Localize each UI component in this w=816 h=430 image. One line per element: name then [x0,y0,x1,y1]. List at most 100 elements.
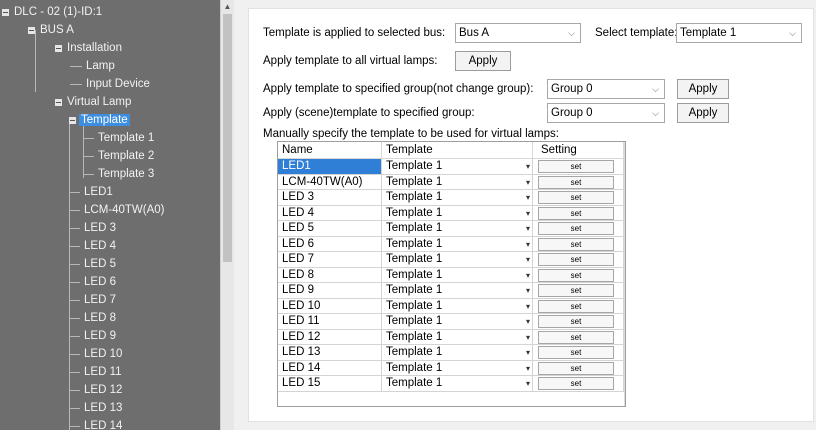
tree-collapse-icon[interactable] [55,45,62,52]
table-row[interactable]: LED 5 Template 1 ▾ set [278,221,624,237]
set-button[interactable]: set [538,315,614,328]
table-row[interactable]: LED 3 Template 1 ▾ set [278,190,624,206]
tree-node-led[interactable]: LED 14 [82,418,124,430]
lamp-name-cell[interactable]: LED 10 [278,298,382,314]
dropdown-arrow-icon[interactable]: ▾ [526,331,530,344]
template-dropdown-cell[interactable]: Template 1 ▾ [382,252,533,268]
template-dropdown-cell[interactable]: Template 1 ▾ [382,267,533,283]
template-dropdown-cell[interactable]: Template 1 ▾ [382,159,533,175]
lamp-name-cell[interactable]: LED 7 [278,252,382,268]
tree-node-led[interactable]: LED 4 [82,238,118,254]
dropdown-arrow-icon[interactable]: ▾ [526,207,530,220]
set-button[interactable]: set [538,237,614,251]
scene-group-select[interactable]: Group 0 ⌵ [547,103,665,123]
group-select[interactable]: Group 0 ⌵ [547,79,665,99]
template-dropdown-cell[interactable]: Template 1 ▾ [382,345,533,361]
tree-node-virtual-lamp[interactable]: Virtual Lamp [55,94,133,110]
tree-node-led[interactable]: LED 3 [82,220,118,236]
dropdown-arrow-icon[interactable]: ▾ [526,176,530,189]
tree-node-led[interactable]: LED 8 [82,310,118,326]
tree-node-lamp[interactable]: Lamp [84,58,117,74]
dropdown-arrow-icon[interactable]: ▾ [526,222,530,235]
apply-group-button[interactable]: Apply [677,79,729,99]
template-select[interactable]: Template 1 ⌵ [676,23,802,43]
tree-node-bus[interactable]: BUS A [28,22,76,38]
set-button[interactable]: set [538,299,614,313]
lamp-name-cell[interactable]: LED 11 [278,314,382,330]
tree-node-led[interactable]: LED 10 [82,346,124,362]
table-row[interactable]: LED 8 Template 1 ▾ set [278,267,624,283]
apply-scene-button[interactable]: Apply [677,103,729,123]
table-row[interactable]: LED 13 Template 1 ▾ set [278,345,624,361]
template-dropdown-cell[interactable]: Template 1 ▾ [382,174,533,190]
tree-node-template-1[interactable]: Template 1 [96,130,156,146]
tree-scrollbar-thumb[interactable] [223,14,232,262]
tree-node-template[interactable]: Template [69,112,130,128]
column-header-name[interactable]: Name [278,142,382,159]
grid-scrollbar[interactable]: ▲ ▼ [624,142,625,406]
table-row[interactable]: LED1 Template 1 ▾ set [278,159,624,175]
lamp-name-cell[interactable]: LED 6 [278,236,382,252]
tree-node-led[interactable]: LED 5 [82,256,118,272]
dropdown-arrow-icon[interactable]: ▾ [526,253,530,266]
dropdown-arrow-icon[interactable]: ▾ [526,346,530,359]
tree-node-led[interactable]: LED 6 [82,274,118,290]
set-button[interactable]: set [538,222,614,235]
table-row[interactable]: LED 7 Template 1 ▾ set [278,252,624,268]
tree-node-template-2[interactable]: Template 2 [96,148,156,164]
tree-node-led[interactable]: LCM-40TW(A0) [82,202,167,218]
set-button[interactable]: set [538,160,614,173]
set-button[interactable]: set [538,175,614,189]
set-button[interactable]: set [538,253,614,266]
tree-scrollbar[interactable]: ▲ [220,0,234,430]
dropdown-arrow-icon[interactable]: ▾ [526,315,530,328]
tree-node-led[interactable]: LED1 [82,184,115,200]
tree-node-led[interactable]: LED 9 [82,328,118,344]
lamp-name-cell[interactable]: LED 3 [278,190,382,206]
apply-all-button[interactable]: Apply [455,51,511,71]
lamp-name-cell[interactable]: LED 8 [278,267,382,283]
dropdown-arrow-icon[interactable]: ▾ [526,362,530,375]
set-button[interactable]: set [538,284,614,297]
table-row[interactable]: LED 14 Template 1 ▾ set [278,360,624,376]
bus-select[interactable]: Bus A ⌵ [455,23,581,43]
template-dropdown-cell[interactable]: Template 1 ▾ [382,298,533,314]
set-button[interactable]: set [538,377,614,390]
lamp-name-cell[interactable]: LED 9 [278,283,382,299]
template-dropdown-cell[interactable]: Template 1 ▾ [382,314,533,330]
lamp-name-cell[interactable]: LED1 [278,159,382,175]
tree-collapse-icon[interactable] [28,27,35,34]
tree-collapse-icon[interactable] [55,99,62,106]
tree-node-led[interactable]: LED 11 [82,364,124,380]
lamp-name-cell[interactable]: LCM-40TW(A0) [278,174,382,190]
table-row[interactable]: LED 6 Template 1 ▾ set [278,236,624,252]
template-dropdown-cell[interactable]: Template 1 ▾ [382,190,533,206]
lamp-name-cell[interactable]: LED 14 [278,360,382,376]
tree-collapse-icon[interactable] [2,9,9,16]
set-button[interactable]: set [538,330,614,344]
set-button[interactable]: set [538,191,614,204]
lamp-name-cell[interactable]: LED 13 [278,345,382,361]
dropdown-arrow-icon[interactable]: ▾ [526,377,530,390]
template-dropdown-cell[interactable]: Template 1 ▾ [382,236,533,252]
tree-node-input-device[interactable]: Input Device [84,76,152,92]
tree-node-led[interactable]: LED 13 [82,400,124,416]
table-row[interactable]: LCM-40TW(A0) Template 1 ▾ set [278,174,624,190]
scroll-up-arrow-icon[interactable]: ▲ [223,2,232,11]
tree-node-template-3[interactable]: Template 3 [96,166,156,182]
table-row[interactable]: LED 4 Template 1 ▾ set [278,205,624,221]
table-row[interactable]: LED 10 Template 1 ▾ set [278,298,624,314]
table-row[interactable]: LED 15 Template 1 ▾ set [278,376,624,392]
dropdown-arrow-icon[interactable]: ▾ [526,284,530,297]
template-dropdown-cell[interactable]: Template 1 ▾ [382,283,533,299]
lamp-name-cell[interactable]: LED 15 [278,376,382,392]
set-button[interactable]: set [538,268,614,282]
dropdown-arrow-icon[interactable]: ▾ [526,238,530,251]
column-header-template[interactable]: Template [382,142,533,159]
set-button[interactable]: set [538,361,614,375]
column-header-setting[interactable]: Setting [533,142,624,159]
tree-node-root[interactable]: DLC - 02 (1)-ID:1 [2,4,104,20]
dropdown-arrow-icon[interactable]: ▾ [526,191,530,204]
tree-node-installation[interactable]: Installation [55,40,124,56]
tree-node-led[interactable]: LED 12 [82,382,124,398]
